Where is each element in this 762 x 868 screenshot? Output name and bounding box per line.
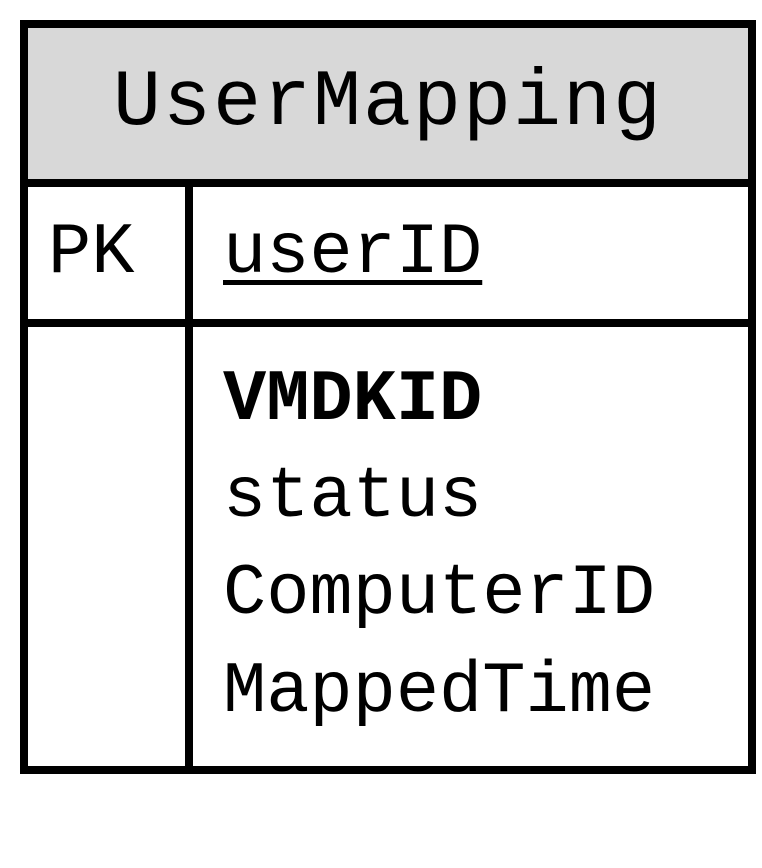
- pk-row: PK userID: [28, 187, 748, 327]
- entity-table: UserMapping PK userID VMDKID status Comp…: [20, 20, 756, 774]
- attributes-key-col: [28, 327, 193, 766]
- pk-field: userID: [223, 212, 482, 294]
- pk-label: PK: [28, 187, 193, 319]
- attribute-item: ComputerID: [223, 546, 718, 643]
- attributes-list: VMDKID status ComputerID MappedTime: [193, 327, 748, 766]
- attributes-row: VMDKID status ComputerID MappedTime: [28, 327, 748, 766]
- attribute-item: MappedTime: [223, 644, 718, 741]
- entity-title: UserMapping: [28, 28, 748, 187]
- pk-field-cell: userID: [193, 187, 748, 319]
- attribute-item: VMDKID: [223, 352, 718, 449]
- attribute-item: status: [223, 449, 718, 546]
